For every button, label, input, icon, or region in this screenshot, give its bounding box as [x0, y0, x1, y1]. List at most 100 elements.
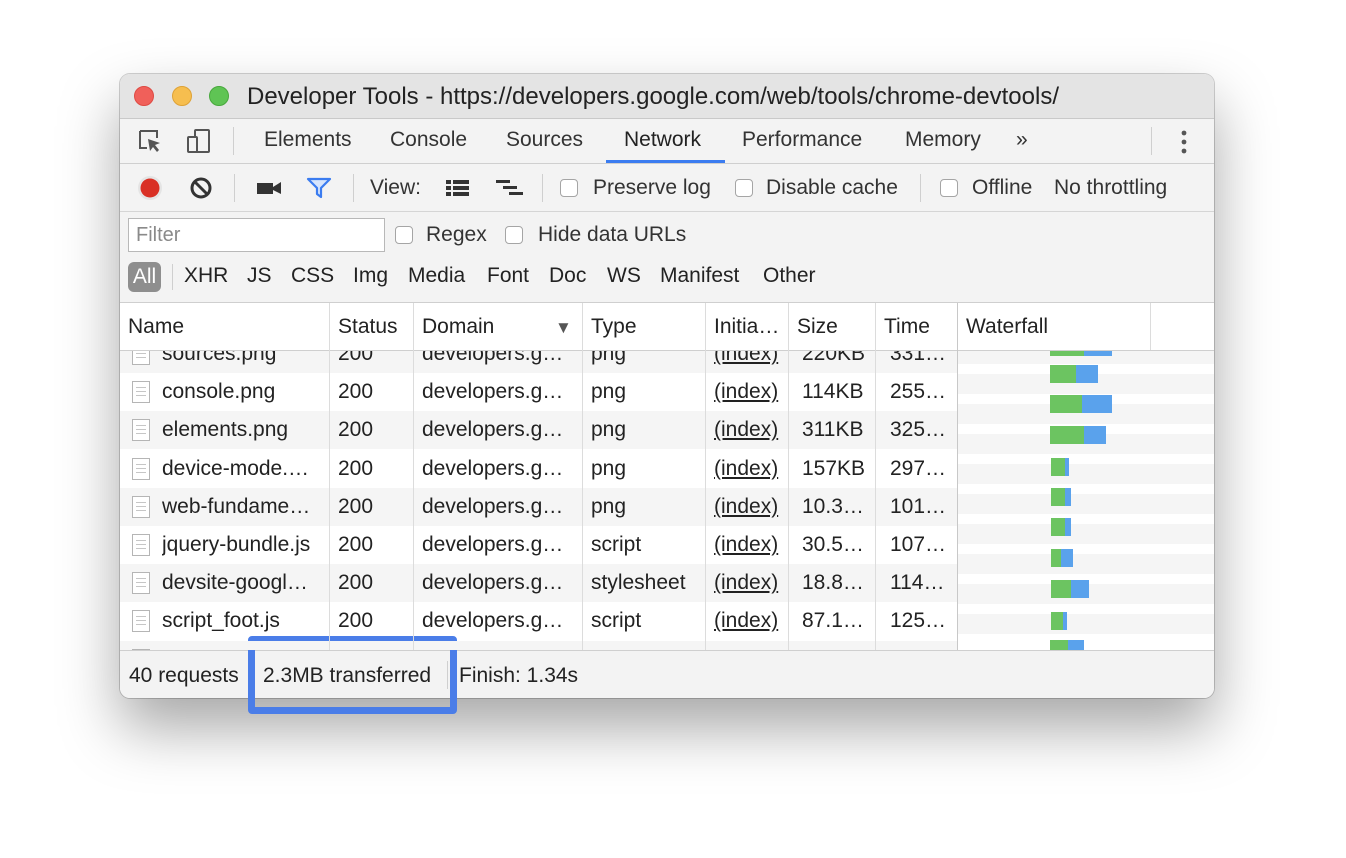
sort-descending-icon[interactable]: ▼ — [555, 318, 572, 338]
request-row[interactable]: web-fundame… 200 developers.g… png (index) 10… — [120, 487, 958, 526]
inspect-element-icon[interactable] — [137, 128, 163, 154]
waterfall-bar[interactable] — [1051, 488, 1071, 506]
tab-memory[interactable]: Memory — [905, 128, 981, 152]
type-filter-ws[interactable]: WS — [607, 264, 641, 288]
request-row[interactable]: script_foot.js 200 developers.g… script (ind… — [120, 602, 958, 640]
column-header-waterfall[interactable]: Waterfall — [966, 315, 1048, 339]
tab-elements[interactable]: Elements — [264, 128, 352, 152]
column-header-time[interactable]: Time — [884, 315, 930, 339]
device-toolbar-icon[interactable] — [186, 128, 212, 154]
disable-cache-label[interactable]: Disable cache — [766, 176, 898, 200]
disable-cache-checkbox[interactable] — [735, 179, 753, 197]
type-filter-media[interactable]: Media — [408, 264, 465, 288]
column-header-name[interactable]: Name — [128, 315, 184, 339]
request-initiator[interactable]: (index) — [714, 495, 784, 519]
hide-data-urls-checkbox[interactable] — [505, 226, 523, 244]
column-header-domain[interactable]: Domain — [422, 315, 494, 339]
type-filter-all[interactable]: All — [128, 262, 161, 292]
request-row[interactable]: devsite-googl… 200 developers.g… stylesheet… — [120, 564, 958, 603]
waterfall-bar[interactable] — [1050, 365, 1098, 383]
regex-label[interactable]: Regex — [426, 223, 487, 247]
column-header-status[interactable]: Status — [338, 315, 398, 339]
request-name[interactable]: elements.png — [162, 418, 326, 442]
request-name[interactable]: console.png — [162, 380, 326, 404]
waterfall-bar[interactable] — [1051, 518, 1071, 536]
waterfall-bar[interactable] — [1051, 458, 1069, 476]
request-row[interactable]: elements.png 200 developers.g… png (index) 31… — [120, 411, 958, 450]
request-row[interactable]: sources.png 200 developers.g… png (index) 220… — [120, 350, 958, 373]
request-name[interactable]: jquery-bundle.js — [162, 533, 326, 557]
type-filter-other[interactable]: Other — [763, 264, 816, 288]
overview-waterfall-icon[interactable] — [495, 178, 525, 198]
request-initiator[interactable]: (index) — [714, 457, 784, 481]
column-header-initiator[interactable]: Initia… — [714, 315, 779, 339]
request-name[interactable]: web-fundame… — [162, 495, 326, 519]
request-name[interactable]: script_foot.js — [162, 609, 326, 633]
type-filter-font[interactable]: Font — [487, 264, 529, 288]
regex-checkbox[interactable] — [395, 226, 413, 244]
tab-sources[interactable]: Sources — [506, 128, 583, 152]
waterfall-bar[interactable] — [1050, 395, 1112, 413]
request-initiator[interactable]: (index) — [714, 380, 784, 404]
waterfall-stripe — [958, 494, 1214, 514]
type-filter-doc[interactable]: Doc — [549, 264, 586, 288]
request-row[interactable] — [120, 640, 958, 650]
devtools-window: Developer Tools - https://developers.goo… — [120, 74, 1214, 698]
throttling-select[interactable]: No throttling — [1054, 176, 1167, 200]
request-type: png — [591, 350, 627, 365]
waterfall-bar[interactable] — [1051, 612, 1067, 630]
request-initiator[interactable]: (index) — [714, 418, 784, 442]
hide-data-urls-label[interactable]: Hide data URLs — [538, 223, 686, 247]
column-header-type[interactable]: Type — [591, 315, 637, 339]
preserve-log-label[interactable]: Preserve log — [593, 176, 711, 200]
waterfall-bar[interactable] — [1051, 549, 1073, 567]
column-divider[interactable] — [1150, 303, 1151, 350]
waterfall-bar[interactable] — [1050, 426, 1106, 444]
request-time: 297… — [890, 456, 947, 480]
column-divider[interactable] — [705, 303, 706, 650]
type-filter-manifest[interactable]: Manifest — [660, 264, 739, 288]
close-window-button[interactable] — [134, 86, 154, 106]
clear-icon[interactable] — [189, 176, 213, 200]
request-name[interactable]: devsite-googl… — [162, 571, 326, 595]
request-row[interactable]: jquery-bundle.js 200 developers.g… script (i… — [120, 526, 958, 564]
waterfall-bar[interactable] — [1050, 640, 1084, 650]
tab-network[interactable]: Network — [624, 128, 701, 152]
filter-funnel-icon[interactable] — [306, 177, 332, 199]
column-divider[interactable] — [582, 303, 583, 650]
preserve-log-checkbox[interactable] — [560, 179, 578, 197]
column-header-size[interactable]: Size — [797, 315, 838, 339]
tab-performance[interactable]: Performance — [742, 128, 862, 152]
type-filter-img[interactable]: Img — [353, 264, 388, 288]
large-request-rows-icon[interactable] — [445, 178, 471, 198]
type-filter-xhr[interactable]: XHR — [184, 264, 228, 288]
column-divider[interactable] — [413, 303, 414, 650]
filter-input[interactable] — [128, 218, 385, 252]
more-tabs-chevron-icon[interactable]: » — [1016, 128, 1028, 152]
column-divider[interactable] — [957, 303, 958, 650]
request-status: 200 — [338, 533, 374, 556]
request-initiator[interactable]: (index) — [714, 350, 784, 366]
tab-console[interactable]: Console — [390, 128, 467, 152]
request-name[interactable]: device-mode.… — [162, 457, 326, 481]
request-initiator[interactable]: (index) — [714, 533, 784, 557]
capture-screenshots-icon[interactable] — [256, 180, 282, 196]
zoom-window-button[interactable] — [209, 86, 229, 106]
type-filter-css[interactable]: CSS — [291, 264, 334, 288]
request-row[interactable]: console.png 200 developers.g… png (index) 114… — [120, 373, 958, 411]
column-divider[interactable] — [329, 303, 330, 650]
request-type: png — [591, 456, 627, 480]
type-filter-js[interactable]: JS — [247, 264, 272, 288]
offline-label[interactable]: Offline — [972, 176, 1032, 200]
waterfall-bar[interactable] — [1051, 580, 1089, 598]
offline-checkbox[interactable] — [940, 179, 958, 197]
column-divider[interactable] — [875, 303, 876, 650]
request-initiator[interactable]: (index) — [714, 571, 784, 595]
record-icon[interactable] — [137, 175, 163, 201]
column-divider[interactable] — [788, 303, 789, 650]
minimize-window-button[interactable] — [172, 86, 192, 106]
more-options-icon[interactable] — [1181, 129, 1187, 155]
request-name[interactable]: sources.png — [162, 350, 326, 366]
request-row[interactable]: device-mode.… 200 developers.g… png (index) 1… — [120, 450, 958, 488]
request-initiator[interactable]: (index) — [714, 609, 784, 633]
